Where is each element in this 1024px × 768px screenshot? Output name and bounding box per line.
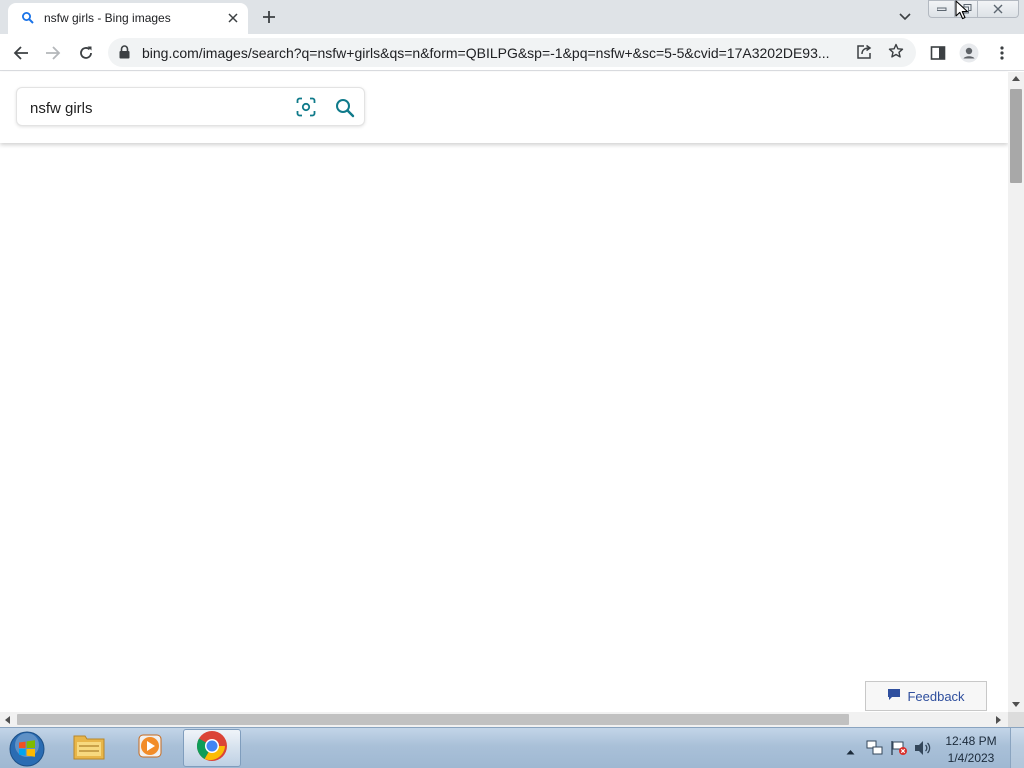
tab-strip: nsfw girls - Bing images xyxy=(0,0,1024,34)
scroll-left-icon[interactable] xyxy=(5,716,10,724)
clock-time[interactable]: 12:48 PM xyxy=(940,734,1002,748)
scroll-right-icon[interactable] xyxy=(996,716,1001,724)
page-content: Feedback xyxy=(0,72,1008,712)
search-box[interactable] xyxy=(16,87,365,126)
network-icon[interactable] xyxy=(866,740,884,761)
share-icon[interactable] xyxy=(856,44,872,65)
media-player-icon xyxy=(136,732,164,765)
profile-icon[interactable] xyxy=(956,40,982,66)
back-icon[interactable] xyxy=(8,40,34,66)
taskbar-chrome[interactable] xyxy=(183,729,241,767)
lock-icon[interactable] xyxy=(119,45,130,64)
start-button[interactable] xyxy=(4,729,50,768)
url-text[interactable]: bing.com/images/search?q=nsfw+girls&qs=n… xyxy=(142,45,844,61)
close-window-button[interactable] xyxy=(977,0,1019,18)
address-bar[interactable]: bing.com/images/search?q=nsfw+girls&qs=n… xyxy=(108,38,916,67)
windows-taskbar: 12:48 PM 1/4/2023 xyxy=(0,727,1024,768)
taskbar-media-player[interactable] xyxy=(121,729,179,767)
new-tab-icon[interactable] xyxy=(258,6,280,28)
scroll-down-icon[interactable] xyxy=(1012,702,1020,707)
chrome-icon xyxy=(196,730,228,767)
scroll-up-icon[interactable] xyxy=(1012,76,1020,81)
browser-toolbar: bing.com/images/search?q=nsfw+girls&qs=n… xyxy=(0,34,1024,71)
scroll-corner xyxy=(1008,712,1024,727)
vertical-scrollbar[interactable] xyxy=(1008,72,1024,712)
search-input[interactable] xyxy=(30,98,280,118)
feedback-button[interactable]: Feedback xyxy=(865,681,987,711)
chat-bubble-icon xyxy=(887,688,901,704)
menu-icon[interactable] xyxy=(989,40,1015,66)
forward-icon[interactable] xyxy=(40,40,66,66)
search-button[interactable] xyxy=(333,96,357,120)
show-hidden-icons-icon[interactable] xyxy=(846,742,855,760)
mouse-cursor-icon xyxy=(955,0,969,25)
feedback-label: Feedback xyxy=(907,688,965,704)
close-tab-icon[interactable] xyxy=(224,9,242,27)
folder-icon xyxy=(73,732,105,765)
search-icon xyxy=(21,11,35,25)
reload-icon[interactable] xyxy=(73,40,99,66)
star-icon[interactable] xyxy=(888,43,904,64)
minimize-button[interactable] xyxy=(928,0,955,18)
taskbar-explorer[interactable] xyxy=(60,729,118,767)
browser-tab[interactable]: nsfw girls - Bing images xyxy=(8,3,248,34)
volume-icon[interactable] xyxy=(914,740,932,761)
tab-title: nsfw girls - Bing images xyxy=(44,11,171,25)
horizontal-scroll-thumb[interactable] xyxy=(17,714,849,725)
clock-date[interactable]: 1/4/2023 xyxy=(940,751,1002,765)
vertical-scroll-thumb[interactable] xyxy=(1010,89,1022,183)
visual-search-icon[interactable] xyxy=(296,97,316,122)
sidebar-icon[interactable] xyxy=(925,40,951,66)
system-tray: 12:48 PM 1/4/2023 xyxy=(840,728,1024,768)
chevron-down-icon[interactable] xyxy=(894,6,916,28)
action-center-flag-icon[interactable] xyxy=(890,740,908,761)
show-desktop-button[interactable] xyxy=(1010,728,1024,768)
horizontal-scrollbar[interactable] xyxy=(0,712,1008,727)
bing-search-header xyxy=(0,72,1008,143)
